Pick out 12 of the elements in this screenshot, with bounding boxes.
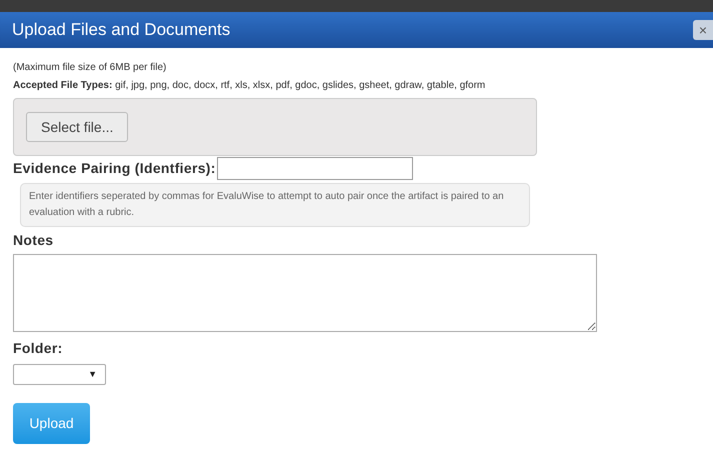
notes-label: Notes xyxy=(13,231,54,250)
select-file-button[interactable]: Select file... xyxy=(26,112,128,142)
size-note: (Maximum file size of 6MB per file) xyxy=(13,61,168,75)
notes-field[interactable] xyxy=(13,254,597,332)
close-button[interactable]: × xyxy=(693,20,713,40)
pairing-input-field[interactable] xyxy=(216,157,413,180)
accepted-types-text: Accepted File Types: gif, jpg, png, doc, docx, rtf, xls, xlsx, pdf, gdoc, gslides, gsheet, gdraw, gtable, gform xyxy=(13,79,486,93)
folder-dropdown[interactable]: ▼ xyxy=(13,364,106,385)
pairing-help-text: Enter identifiers seperated by commas for EvaluWise to attempt to auto pair once the artifact is paired to an evaluation with a rubric. xyxy=(20,183,530,227)
pairing-label: Evidence Pairing (Identfiers): xyxy=(13,159,216,178)
folder-label: Folder: xyxy=(13,339,64,358)
dialog-title: Upload Files and Documents xyxy=(12,19,230,42)
